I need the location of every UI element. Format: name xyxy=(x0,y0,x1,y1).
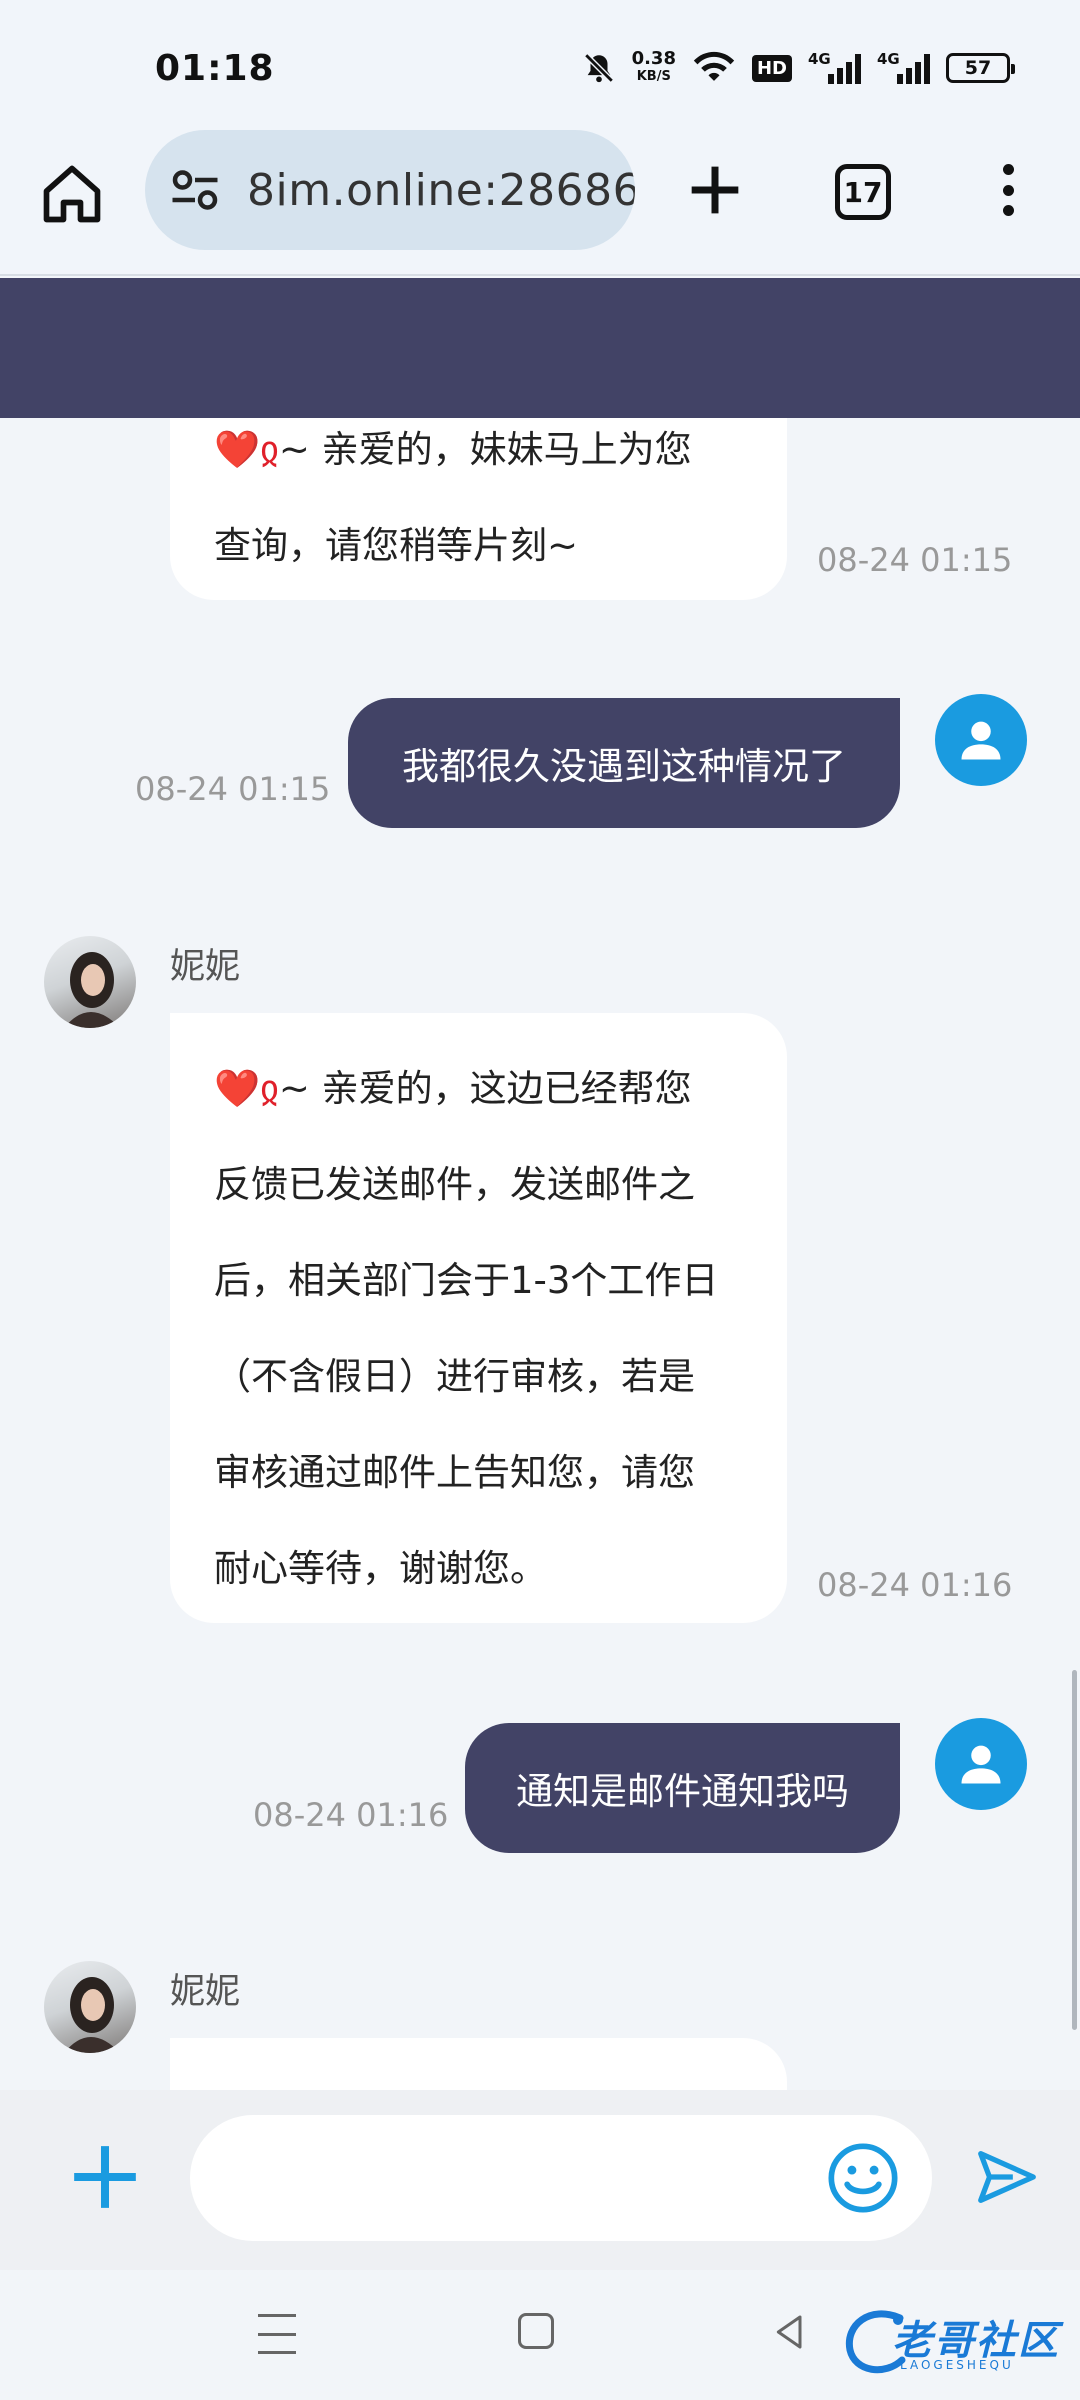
message-text: 我都很久没遇到这种情况了 xyxy=(402,745,846,788)
message-timestamp: 08-24 01:15 xyxy=(135,770,331,808)
agent-message-bubble xyxy=(170,2038,787,2090)
signal-icon-1: 4G xyxy=(808,50,861,84)
watermark-subtitle: LAOGESHEQU xyxy=(900,2358,1014,2372)
message-timestamp: 08-24 01:16 xyxy=(253,1796,449,1834)
agent-message-bubble: ❤️ჲ~ 亲爱的，这边已经帮您 反馈已发送邮件，发送邮件之 后，相关部门会于1-… xyxy=(170,1013,787,1623)
more-menu-icon[interactable] xyxy=(990,158,1026,222)
heart-emoji: ❤️ჲ xyxy=(214,428,279,471)
agent-name: 妮妮 xyxy=(170,1972,241,2012)
agent-avatar xyxy=(44,1961,136,2053)
new-tab-icon[interactable] xyxy=(680,155,750,225)
emoji-icon[interactable] xyxy=(825,2140,901,2216)
recent-apps-icon[interactable] xyxy=(258,2314,298,2354)
signal-icon-2: 4G xyxy=(877,50,930,84)
agent-name: 妮妮 xyxy=(170,947,241,987)
wifi-icon xyxy=(693,51,735,81)
message-text: ~ 亲爱的，这边已经帮您 反馈已发送邮件，发送邮件之 后，相关部门会于1-3个工… xyxy=(214,1067,719,1590)
message-input-bar xyxy=(0,2090,1080,2270)
url-text[interactable]: 8im.online:28686 xyxy=(247,165,635,216)
agent-photo xyxy=(64,1977,120,2053)
message-text: ~ 亲爱的，妹妹马上为您 查询，请您稍等片刻~ xyxy=(214,428,692,567)
battery-icon: 57 xyxy=(946,53,1015,83)
browser-toolbar: 8im.online:28686 17 xyxy=(0,130,1080,276)
watermark-logo: 老哥社区 LAOGESHEQU xyxy=(840,2300,1060,2380)
home-nav-icon[interactable] xyxy=(518,2313,554,2349)
user-avatar xyxy=(935,694,1027,786)
message-text: 通知是邮件通知我吗 xyxy=(516,1770,849,1813)
hd-badge: HD xyxy=(751,54,792,82)
chat-messages[interactable]: ❤️ჲ~ 亲爱的，妹妹马上为您 查询，请您稍等片刻~ 08-24 01:15 我… xyxy=(0,418,1080,2090)
scrollbar[interactable] xyxy=(1072,1670,1077,2030)
agent-photo xyxy=(64,952,120,1028)
person-icon xyxy=(961,1745,1001,1784)
site-settings-icon[interactable] xyxy=(165,160,225,220)
agent-message-bubble: ❤️ჲ~ 亲爱的，妹妹马上为您 查询，请您稍等片刻~ xyxy=(170,418,787,600)
message-timestamp: 08-24 01:15 xyxy=(817,541,1013,579)
message-input[interactable] xyxy=(190,2115,932,2241)
status-time: 01:18 xyxy=(155,48,275,89)
system-nav-bar: 老哥社区 LAOGESHEQU xyxy=(0,2270,1080,2400)
address-bar[interactable]: 8im.online:28686 xyxy=(145,130,635,250)
chat-header xyxy=(0,278,1080,418)
status-bar: 01:18 0.38 KB/S HD 4G 4G 57 xyxy=(0,0,1080,130)
person-icon xyxy=(961,721,1001,760)
user-message-bubble: 通知是邮件通知我吗 xyxy=(465,1723,900,1853)
message-timestamp: 08-24 01:16 xyxy=(817,1566,1013,1604)
tab-count-button[interactable]: 17 xyxy=(835,164,891,220)
send-icon[interactable] xyxy=(972,2142,1042,2212)
mute-icon xyxy=(583,53,614,83)
add-attachment-icon[interactable] xyxy=(68,2140,142,2214)
status-icons: 0.38 KB/S HD 4G 4G 57 xyxy=(582,48,1015,88)
heart-emoji: ❤️ჲ xyxy=(214,1067,279,1110)
home-icon[interactable] xyxy=(38,160,106,228)
back-icon[interactable] xyxy=(770,2310,810,2354)
user-avatar xyxy=(935,1718,1027,1810)
user-message-bubble: 我都很久没遇到这种情况了 xyxy=(348,698,900,828)
net-speed: 0.38 KB/S xyxy=(631,48,676,85)
agent-avatar xyxy=(44,936,136,1028)
